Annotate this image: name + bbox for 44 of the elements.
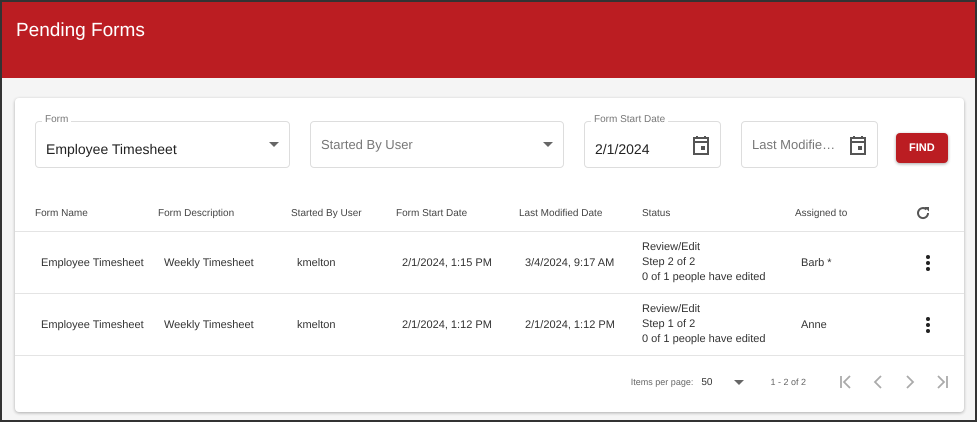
column-header: Form Start Date xyxy=(396,208,468,218)
status-line: 0 of 1 people have edited xyxy=(642,270,767,285)
table-cell-text: Anne xyxy=(801,318,828,330)
caret-icon xyxy=(269,142,279,147)
calendar-icon xyxy=(692,134,710,154)
refresh-icon[interactable] xyxy=(915,205,931,221)
table-cell-text: Employee Timesheet xyxy=(41,318,145,330)
select-field[interactable]: Started By User xyxy=(310,121,564,168)
page-size-select[interactable]: 50 xyxy=(701,376,744,388)
more-options-icon[interactable] xyxy=(925,254,931,270)
column-header: Assigned to xyxy=(795,208,848,218)
field-value: Employee Timesheet xyxy=(46,140,178,156)
more-options-icon[interactable] xyxy=(925,316,931,332)
column-header: Form Name xyxy=(35,208,89,218)
find-button[interactable]: FIND xyxy=(896,132,948,162)
table-cell-text: Barb * xyxy=(801,256,833,268)
table-cell-text: Weekly Timesheet xyxy=(164,318,255,330)
table-cell-text: 2/1/2024, 1:12 PM xyxy=(402,318,493,330)
status-line: 0 of 1 people have edited xyxy=(642,332,767,347)
column-header: Status xyxy=(642,208,672,218)
page-title: Pending Forms xyxy=(16,20,145,41)
status-line: Step 2 of 2 xyxy=(642,255,696,270)
status-line: Step 1 of 2 xyxy=(642,317,696,332)
column-header: Started By User xyxy=(291,208,363,218)
column-header: Form Description xyxy=(158,208,236,218)
field-value: 2/1/2024 xyxy=(595,140,650,156)
calendar-icon xyxy=(849,134,867,154)
table-cell-text: kmelton xyxy=(297,256,337,268)
status-line: Review/Edit xyxy=(642,302,702,317)
column-header: Last Modified Date xyxy=(519,208,604,218)
select-field[interactable]: Employee Timesheet xyxy=(35,121,290,168)
page-range: 1 - 2 of 2 xyxy=(770,377,806,387)
status-line: Review/Edit xyxy=(642,240,702,255)
items-per-page-label: Items per page: xyxy=(630,377,694,387)
table-cell-text: kmelton xyxy=(297,318,337,330)
table-cell-text: 2/1/2024, 1:15 PM xyxy=(402,256,493,268)
caret-icon xyxy=(543,142,553,147)
caret-icon xyxy=(734,380,744,384)
field-placeholder: Last Modifie… xyxy=(752,137,836,152)
table-cell-text: Employee Timesheet xyxy=(41,256,145,268)
date-field[interactable]: Last Modifie… xyxy=(741,121,878,168)
date-field[interactable]: 2/1/2024 xyxy=(584,121,721,168)
field-placeholder: Started By User xyxy=(321,137,414,152)
table-cell-text: Weekly Timesheet xyxy=(164,256,255,268)
